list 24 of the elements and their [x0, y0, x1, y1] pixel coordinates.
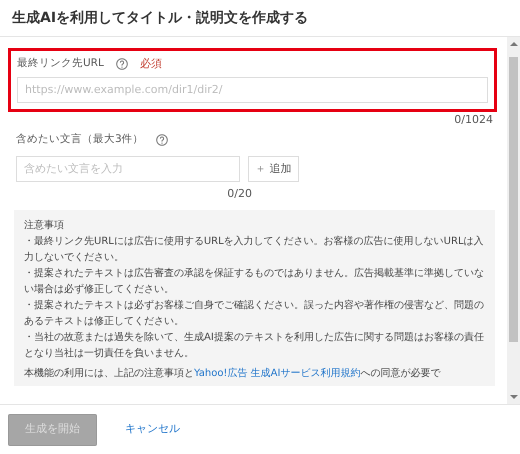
character-counter: 0/20 — [227, 186, 252, 202]
add-button[interactable]: ＋ 追加 — [248, 156, 298, 182]
url-input-field[interactable]: https://www.example.com/dir1/dir2/ — [17, 76, 488, 102]
phrase-input-field[interactable]: 含めたい文言を入力 — [16, 156, 240, 182]
plus-icon: ＋ — [255, 162, 266, 174]
notice-item: ・提案されたテキストは広告審査の承認を保証するものではありません。広告掲載基準に準拠していない場合は必ず修正してください。 — [24, 266, 485, 298]
scroll-down-icon[interactable] — [510, 394, 518, 400]
notice-item: ・最終リンク先URLには広告に使用するURLを入力してください。お客様の広告に使用しないURLは入力しないでください。 — [24, 234, 485, 266]
field-label: 最終リンク先URL — [17, 56, 104, 72]
help-icon[interactable] — [116, 58, 128, 70]
cancel-link[interactable]: キャンセル — [125, 421, 180, 438]
help-icon[interactable] — [156, 134, 168, 146]
agreement-text: 本機能の利用には、上記の注意事項とYahoo!広告 生成AIサービス利用規約への同意が必要で — [24, 366, 442, 382]
terms-link[interactable]: Yahoo!広告 生成AIサービス利用規約 — [194, 368, 360, 380]
scrollbar-thumb[interactable] — [509, 57, 518, 342]
notice-heading: 注意事項 — [24, 218, 65, 234]
scroll-up-icon[interactable] — [510, 41, 518, 47]
notice-item: ・当社の故意または過失を除いて、生成AI提案のテキストを利用した広告に関する問題はお客様の責任となり当社は一切責任を負いません。 — [24, 330, 485, 362]
character-counter: 0/1024 — [454, 112, 493, 128]
required-label: 必須 — [140, 56, 162, 72]
notice-item: ・提案されたテキストは必ずお客様ご自身でご確認ください。誤った内容や著作権の侵害など、問題のあるテキストは修正してください。 — [24, 298, 485, 330]
dialog-title: 生成AIを利用してタイトル・説明文を作成する — [12, 10, 308, 26]
scrollbar[interactable] — [507, 37, 520, 404]
field-label: 含めたい文言（最大3件） — [16, 132, 144, 147]
